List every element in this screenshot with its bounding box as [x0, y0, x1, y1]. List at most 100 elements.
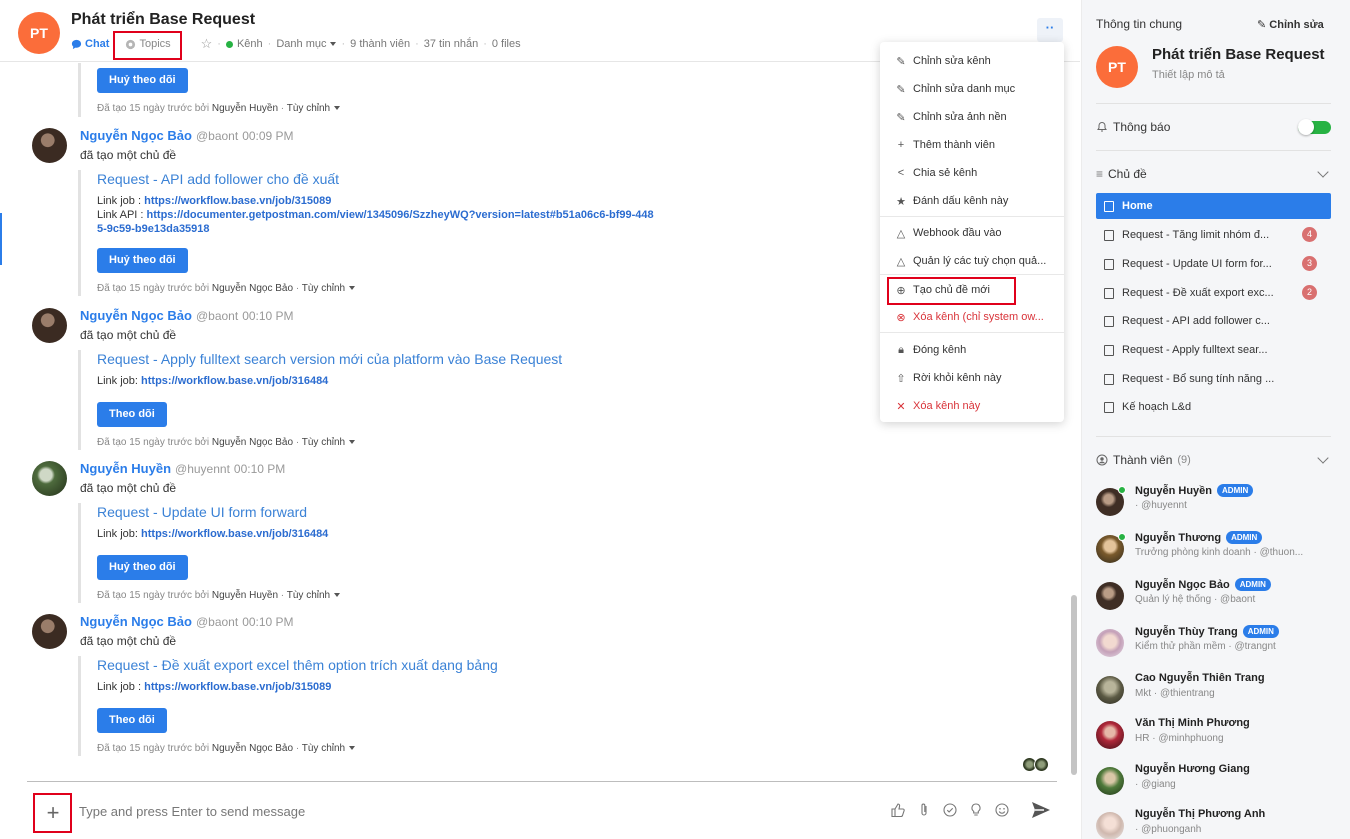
send-icon[interactable] [1030, 799, 1052, 821]
link-url[interactable]: https://documenter.getpostman.com/view/1… [97, 209, 654, 235]
message-time: 00:10 PM [242, 615, 294, 629]
footer-user[interactable]: Nguyễn Ngọc Bảo [212, 437, 293, 448]
category-dropdown[interactable]: Danh mục [276, 38, 337, 50]
link-url[interactable]: https://workflow.base.vn/job/316484 [141, 375, 328, 387]
member-item[interactable]: Nguyễn Thùy Trang ADMIN Kiểm thử phần mềm… [1096, 625, 1336, 665]
unfollow-button[interactable]: Huỷ theo dõi [97, 248, 188, 273]
star-icon[interactable]: ☆ [201, 36, 213, 52]
member-item[interactable]: Nguyễn Huyền ADMIN · @huyennt [1096, 484, 1336, 524]
follow-button[interactable]: Theo dõi [97, 402, 167, 427]
set-description-link[interactable]: Thiết lập mô tả [1152, 69, 1225, 81]
pencil-icon: ✎ [896, 111, 906, 124]
lightbulb-icon[interactable] [967, 801, 985, 819]
check-badge-icon[interactable] [941, 801, 959, 819]
avatar[interactable] [32, 461, 67, 496]
chevron-down-icon [349, 286, 356, 291]
member-count[interactable]: 9 thành viên [350, 38, 410, 50]
follow-button[interactable]: Theo dõi [97, 708, 167, 733]
message-input[interactable] [79, 799, 859, 823]
menu-item-delete-channel[interactable]: ✕ Xóa kênh này [880, 393, 1064, 419]
feed-scrollbar[interactable] [1071, 595, 1077, 775]
menu-item-leave-channel[interactable]: ⇧ Rời khỏi kênh này [880, 365, 1064, 391]
topic-item[interactable]: Kế hoạch L&d [1096, 394, 1331, 420]
footer-user[interactable]: Nguyễn Ngọc Bảo [212, 743, 293, 754]
topic-title[interactable]: Request - API add follower cho đề xuất [97, 170, 778, 188]
member-item[interactable]: Nguyễn Hương Giang · @giang [1096, 763, 1336, 803]
menu-item-bookmark-channel[interactable]: ★ Đánh dấu kênh này [880, 188, 1064, 214]
avatar[interactable] [32, 614, 67, 649]
topic-item[interactable]: Request - Bổ sung tính năng ... [1096, 366, 1331, 392]
menu-item-edit-channel[interactable]: ✎ Chỉnh sửa kênh [880, 48, 1064, 74]
menu-item-label: Rời khỏi kênh này [913, 372, 1002, 384]
menu-item-share-channel[interactable]: < Chia sẻ kênh [880, 160, 1064, 186]
chat-bubble-icon [71, 39, 82, 49]
close-icon: ✕ [896, 400, 906, 413]
member-item[interactable]: Nguyễn Thị Phương Anh · @phuonganh [1096, 808, 1336, 839]
topics-section-header[interactable]: ≡ Chủ đề [1096, 167, 1147, 181]
chevron-down-icon[interactable] [1317, 452, 1329, 464]
avatar [1096, 721, 1124, 749]
avatar[interactable] [32, 308, 67, 343]
custom-dropdown[interactable]: Tùy chỉnh [287, 103, 341, 114]
custom-dropdown[interactable]: Tùy chỉnh [302, 283, 356, 294]
custom-dropdown[interactable]: Tùy chỉnh [302, 743, 356, 754]
paperclip-icon[interactable] [915, 801, 933, 819]
members-section-header[interactable]: Thành viên (9) [1096, 453, 1191, 467]
member-item[interactable]: Nguyễn Thương ADMIN Trưởng phòng kinh doa… [1096, 531, 1336, 571]
member-item[interactable]: Cao Nguyễn Thiên Trang Mkt · @thientrang [1096, 672, 1336, 712]
menu-item-delete-channel-system[interactable]: ⊗ Xóa kênh (chỉ system ow... [880, 304, 1064, 330]
emoji-icon[interactable] [993, 801, 1011, 819]
unfollow-button[interactable]: Huỷ theo dõi [97, 68, 188, 93]
tab-chat-label: Chat [85, 38, 110, 50]
custom-dropdown[interactable]: Tùy chỉnh [302, 437, 356, 448]
topics-heading: Chủ đề [1108, 167, 1147, 181]
member-name-text: Nguyễn Thương [1135, 531, 1222, 544]
file-count[interactable]: 0 files [492, 38, 521, 50]
topic-item[interactable]: Request - API add follower c... [1096, 308, 1331, 334]
link-url[interactable]: https://workflow.base.vn/job/316484 [141, 528, 328, 540]
message-author[interactable]: Nguyễn Ngọc Bảo [80, 614, 192, 629]
member-item[interactable]: Nguyễn Ngọc Bảo ADMIN Quản lý hệ thống · … [1096, 578, 1336, 618]
footer-user[interactable]: Nguyễn Huyền [212, 103, 278, 114]
message-author[interactable]: Nguyễn Ngọc Bảo [80, 308, 192, 323]
topic-item[interactable]: Request - Apply fulltext sear... [1096, 337, 1331, 363]
menu-item-add-member[interactable]: + Thêm thành viên [880, 132, 1064, 158]
topic-title[interactable]: Request - Apply fulltext search version … [97, 350, 778, 368]
footer-user[interactable]: Nguyễn Huyền [212, 590, 278, 601]
topic-link-row: Link job : https://workflow.base.vn/job/… [97, 194, 778, 208]
notifications-label: Thông báo [1113, 120, 1171, 134]
topic-footer: Đã tạo 15 ngày trước bởi Nguyễn Huyền · … [97, 590, 341, 601]
topic-item[interactable]: Request - Tăng limit nhóm đ... 4 [1096, 222, 1331, 248]
footer-user[interactable]: Nguyễn Ngọc Bảo [212, 283, 293, 294]
more-options-button[interactable]: ·· [1037, 18, 1063, 42]
menu-item-webhook[interactable]: △ Webhook đầu vào [880, 220, 1064, 246]
tab-chat[interactable]: Chat [71, 38, 109, 50]
notifications-toggle[interactable] [1298, 119, 1331, 135]
topic-item[interactable]: Request - Đề xuất export exc... 2 [1096, 280, 1331, 306]
menu-item-edit-background[interactable]: ✎ Chỉnh sửa ảnh nền [880, 104, 1064, 130]
chevron-down-icon[interactable] [1317, 166, 1329, 178]
custom-dropdown[interactable]: Tùy chỉnh [287, 590, 341, 601]
topic-title[interactable]: Request - Update UI form forward [97, 503, 778, 521]
edit-channel-button[interactable]: ✎ Chỉnh sửa [1257, 18, 1324, 31]
unread-badge: 4 [1302, 227, 1317, 242]
menu-item-close-channel[interactable]: 🔒︎ Đóng kênh [880, 337, 1064, 363]
unfollow-button[interactable]: Huỷ theo dõi [97, 555, 188, 580]
member-item[interactable]: Văn Thị Minh Phương HR · @minhphuong [1096, 717, 1336, 757]
topic-label: Request - Đề xuất export exc... [1122, 287, 1274, 299]
topic-title[interactable]: Request - Đề xuất export excel thêm opti… [97, 656, 778, 674]
topic-item[interactable]: Request - Update UI form for... 3 [1096, 251, 1331, 277]
thumbs-up-icon[interactable] [889, 801, 907, 819]
topic-item-home[interactable]: Home [1096, 193, 1331, 219]
avatar[interactable] [32, 128, 67, 163]
menu-item-edit-category[interactable]: ✎ Chỉnh sửa danh mục [880, 76, 1064, 102]
menu-item-manage-options[interactable]: △ Quản lý các tuỳ chọn quả... [880, 248, 1064, 274]
message-author[interactable]: Nguyễn Ngọc Bảo [80, 128, 192, 143]
link-url[interactable]: https://workflow.base.vn/job/315089 [144, 681, 331, 693]
topic-card: Request - API add follower cho đề xuất L… [78, 170, 778, 296]
message-author[interactable]: Nguyễn Huyền [80, 461, 171, 476]
message-handle: @baont [195, 615, 239, 629]
message-header: Nguyễn Ngọc Bảo @baont 00:10 PM [80, 614, 294, 629]
topic-label: Request - Bổ sung tính năng ... [1122, 373, 1275, 385]
link-url[interactable]: https://workflow.base.vn/job/315089 [144, 195, 331, 207]
